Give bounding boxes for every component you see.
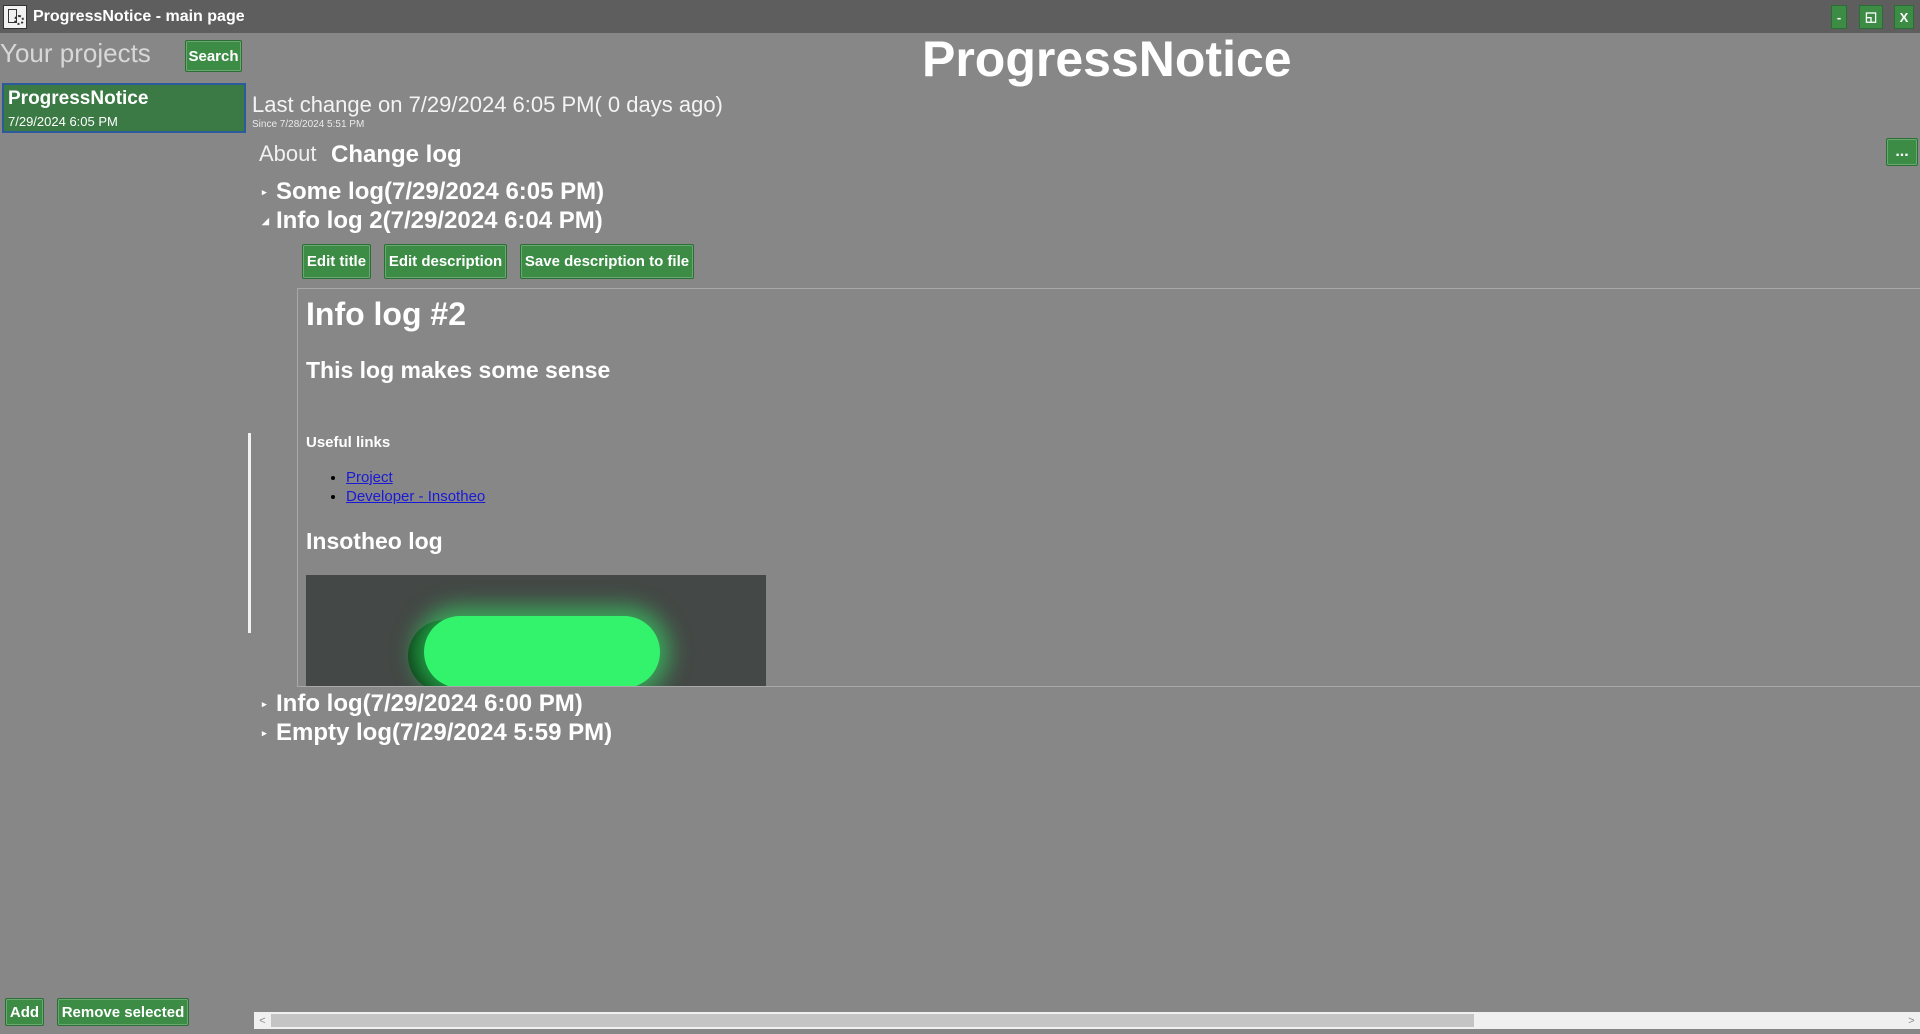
project-name: ProgressNotice <box>8 88 149 109</box>
remove-selected-button[interactable]: Remove selected <box>57 998 189 1026</box>
log-title: Info log(7/29/2024 6:00 PM) <box>276 690 583 717</box>
log-entry-collapsed[interactable]: ▸ Info log(7/29/2024 6:00 PM) <box>262 690 583 718</box>
scroll-left-arrow-icon[interactable]: < <box>254 1012 271 1029</box>
logo-green-shape <box>424 616 660 686</box>
insotheo-logo-image <box>306 575 766 686</box>
last-change-text: Last change on 7/29/2024 6:05 PM( 0 days… <box>252 92 723 117</box>
useful-links-heading: Useful links <box>306 434 391 451</box>
tab-change-log[interactable]: Change log <box>331 141 462 169</box>
app-title: ProgressNotice <box>922 31 1292 87</box>
vertical-scroll-indicator[interactable] <box>248 433 251 633</box>
since-text: Since 7/28/2024 5:51 PM <box>252 119 365 130</box>
edit-description-button[interactable]: Edit description <box>384 244 507 279</box>
description-heading-1: Info log #2 <box>306 296 466 332</box>
search-button[interactable]: Search <box>185 40 242 72</box>
developer-link[interactable]: Developer - Insotheo <box>346 488 485 505</box>
project-date: 7/29/2024 6:05 PM <box>8 114 118 129</box>
log-title: Empty log(7/29/2024 5:59 PM) <box>276 719 613 746</box>
add-project-button[interactable]: Add <box>5 998 44 1026</box>
edit-title-button[interactable]: Edit title <box>302 244 371 279</box>
log-entry-expanded[interactable]: ◢ Info log 2(7/29/2024 6:04 PM) <box>262 207 603 235</box>
log-description-viewer[interactable]: Info log #2 This log makes some sense Us… <box>297 288 1920 687</box>
project-list-item[interactable]: ProgressNotice 7/29/2024 6:05 PM <box>2 83 246 133</box>
links-list: Project Developer - Insotheo <box>314 468 485 506</box>
description-heading-3: Insotheo log <box>306 528 443 554</box>
maximize-button[interactable]: ◱ <box>1859 5 1883 29</box>
expand-arrow-icon: ▸ <box>262 727 267 738</box>
log-entry-collapsed[interactable]: ▸ Some log(7/29/2024 6:05 PM) <box>262 178 604 206</box>
expand-arrow-icon: ▸ <box>262 186 267 197</box>
scroll-right-arrow-icon[interactable]: > <box>1903 1012 1920 1029</box>
close-button[interactable]: X <box>1894 5 1914 29</box>
log-entry-collapsed[interactable]: ▸ Empty log(7/29/2024 5:59 PM) <box>262 719 612 747</box>
window-title: ProgressNotice - main page <box>33 7 245 25</box>
description-heading-2: This log makes some sense <box>306 357 611 383</box>
minimize-button[interactable]: - <box>1831 5 1847 29</box>
more-options-button[interactable]: ... <box>1886 138 1918 166</box>
tab-about[interactable]: About <box>259 141 317 167</box>
list-item: Project <box>346 468 485 487</box>
horizontal-scrollbar[interactable]: < > <box>254 1012 1920 1029</box>
title-bar: ProgressNotice - main page - ◱ X <box>0 0 1920 33</box>
log-title: Info log 2(7/29/2024 6:04 PM) <box>276 207 603 234</box>
expand-arrow-icon: ▸ <box>262 698 267 709</box>
list-item: Developer - Insotheo <box>346 487 485 506</box>
log-title: Some log(7/29/2024 6:05 PM) <box>276 178 605 205</box>
scrollbar-thumb[interactable] <box>271 1014 1474 1027</box>
project-link[interactable]: Project <box>346 469 393 486</box>
projects-heading: Your projects <box>0 38 151 68</box>
save-description-button[interactable]: Save description to file <box>520 244 694 279</box>
app-icon <box>3 4 27 29</box>
collapse-arrow-icon: ◢ <box>262 215 269 226</box>
